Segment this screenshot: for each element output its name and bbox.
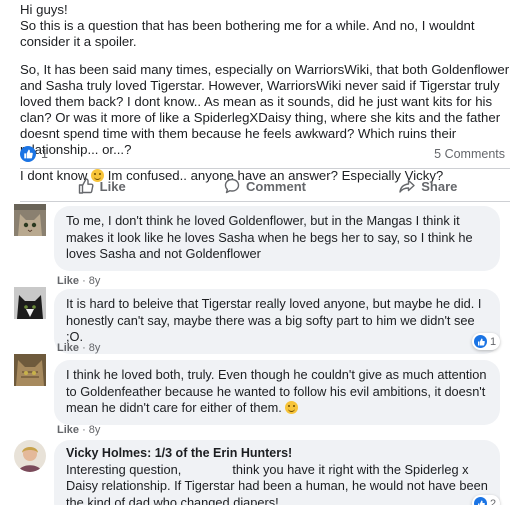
reaction-count: 1 bbox=[490, 335, 497, 348]
comment-bubble: Vicky Holmes: 1/3 of the Erin Hunters! I… bbox=[54, 440, 500, 505]
comment-bubble: To me, I don't think he loved Goldenflow… bbox=[54, 206, 500, 271]
comment-time[interactable]: 8y bbox=[89, 342, 101, 354]
post-paragraph: So this is a question that has been both… bbox=[20, 18, 475, 49]
comment-reactions[interactable]: 1 bbox=[472, 333, 501, 350]
comment-like-link[interactable]: Like bbox=[57, 275, 79, 287]
comment-bubble: It is hard to beleive that Tigerstar rea… bbox=[54, 289, 500, 354]
comment-meta: Like · 8y bbox=[57, 424, 101, 436]
like-reaction-icon[interactable] bbox=[20, 146, 36, 162]
avatar[interactable] bbox=[14, 354, 46, 386]
comment-icon bbox=[224, 178, 240, 194]
reaction-count: 2 bbox=[490, 497, 497, 505]
comment-reactions[interactable]: 2 bbox=[472, 495, 501, 505]
comment-like-link[interactable]: Like bbox=[57, 342, 79, 354]
avatar[interactable] bbox=[14, 440, 46, 472]
post-actions: Like Comment Share bbox=[20, 172, 510, 200]
post-paragraph: Hi guys! bbox=[20, 2, 68, 17]
like-count[interactable]: 1 bbox=[41, 147, 48, 161]
comments-count[interactable]: 5 Comments bbox=[434, 147, 505, 161]
comment: To me, I don't think he loved Goldenflow… bbox=[14, 204, 514, 286]
comment-button[interactable]: Comment bbox=[183, 172, 346, 200]
comment: I think he loved both, truly. Even thoug… bbox=[14, 354, 514, 425]
comment-meta: Like · 8y bbox=[57, 342, 101, 354]
post-stats: 1 5 Comments bbox=[20, 146, 510, 164]
post-paragraph: So, It has been said many times, especia… bbox=[20, 62, 510, 157]
like-button-label: Like bbox=[99, 178, 126, 194]
avatar[interactable] bbox=[14, 287, 46, 319]
post-card: Hi guys! So this is a question that has … bbox=[0, 0, 526, 505]
comment-like-link[interactable]: Like bbox=[57, 424, 79, 436]
comment-text: I think he loved both, truly. Even thoug… bbox=[66, 367, 487, 415]
like-reaction-icon bbox=[474, 497, 487, 505]
divider bbox=[20, 168, 510, 169]
comment: It is hard to beleive that Tigerstar rea… bbox=[14, 287, 514, 354]
share-icon bbox=[399, 179, 415, 193]
comment-author[interactable]: Vicky Holmes: 1/3 of the Erin Hunters! bbox=[66, 445, 488, 462]
divider bbox=[20, 201, 510, 202]
smile-emoji-icon bbox=[285, 401, 299, 414]
comment-text: It is hard to beleive that Tigerstar rea… bbox=[66, 296, 482, 344]
comment-text-start: Interesting question, bbox=[66, 461, 182, 477]
comment-button-label: Comment bbox=[246, 178, 306, 194]
comment: Vicky Holmes: 1/3 of the Erin Hunters! I… bbox=[14, 440, 514, 505]
thumbs-up-icon bbox=[78, 178, 94, 194]
like-button[interactable]: Like bbox=[20, 172, 183, 200]
comment-time[interactable]: 8y bbox=[89, 424, 101, 436]
comment-text: To me, I don't think he loved Goldenflow… bbox=[66, 213, 473, 261]
comment-time[interactable]: 8y bbox=[89, 275, 101, 287]
post-body: Hi guys! So this is a question that has … bbox=[20, 2, 512, 194]
share-button-label: Share bbox=[421, 178, 458, 194]
avatar[interactable] bbox=[14, 204, 46, 236]
share-button[interactable]: Share bbox=[347, 172, 510, 200]
comment-bubble: I think he loved both, truly. Even thoug… bbox=[54, 360, 500, 425]
comment-meta: Like · 8y bbox=[57, 275, 101, 287]
like-reaction-icon bbox=[474, 335, 487, 348]
